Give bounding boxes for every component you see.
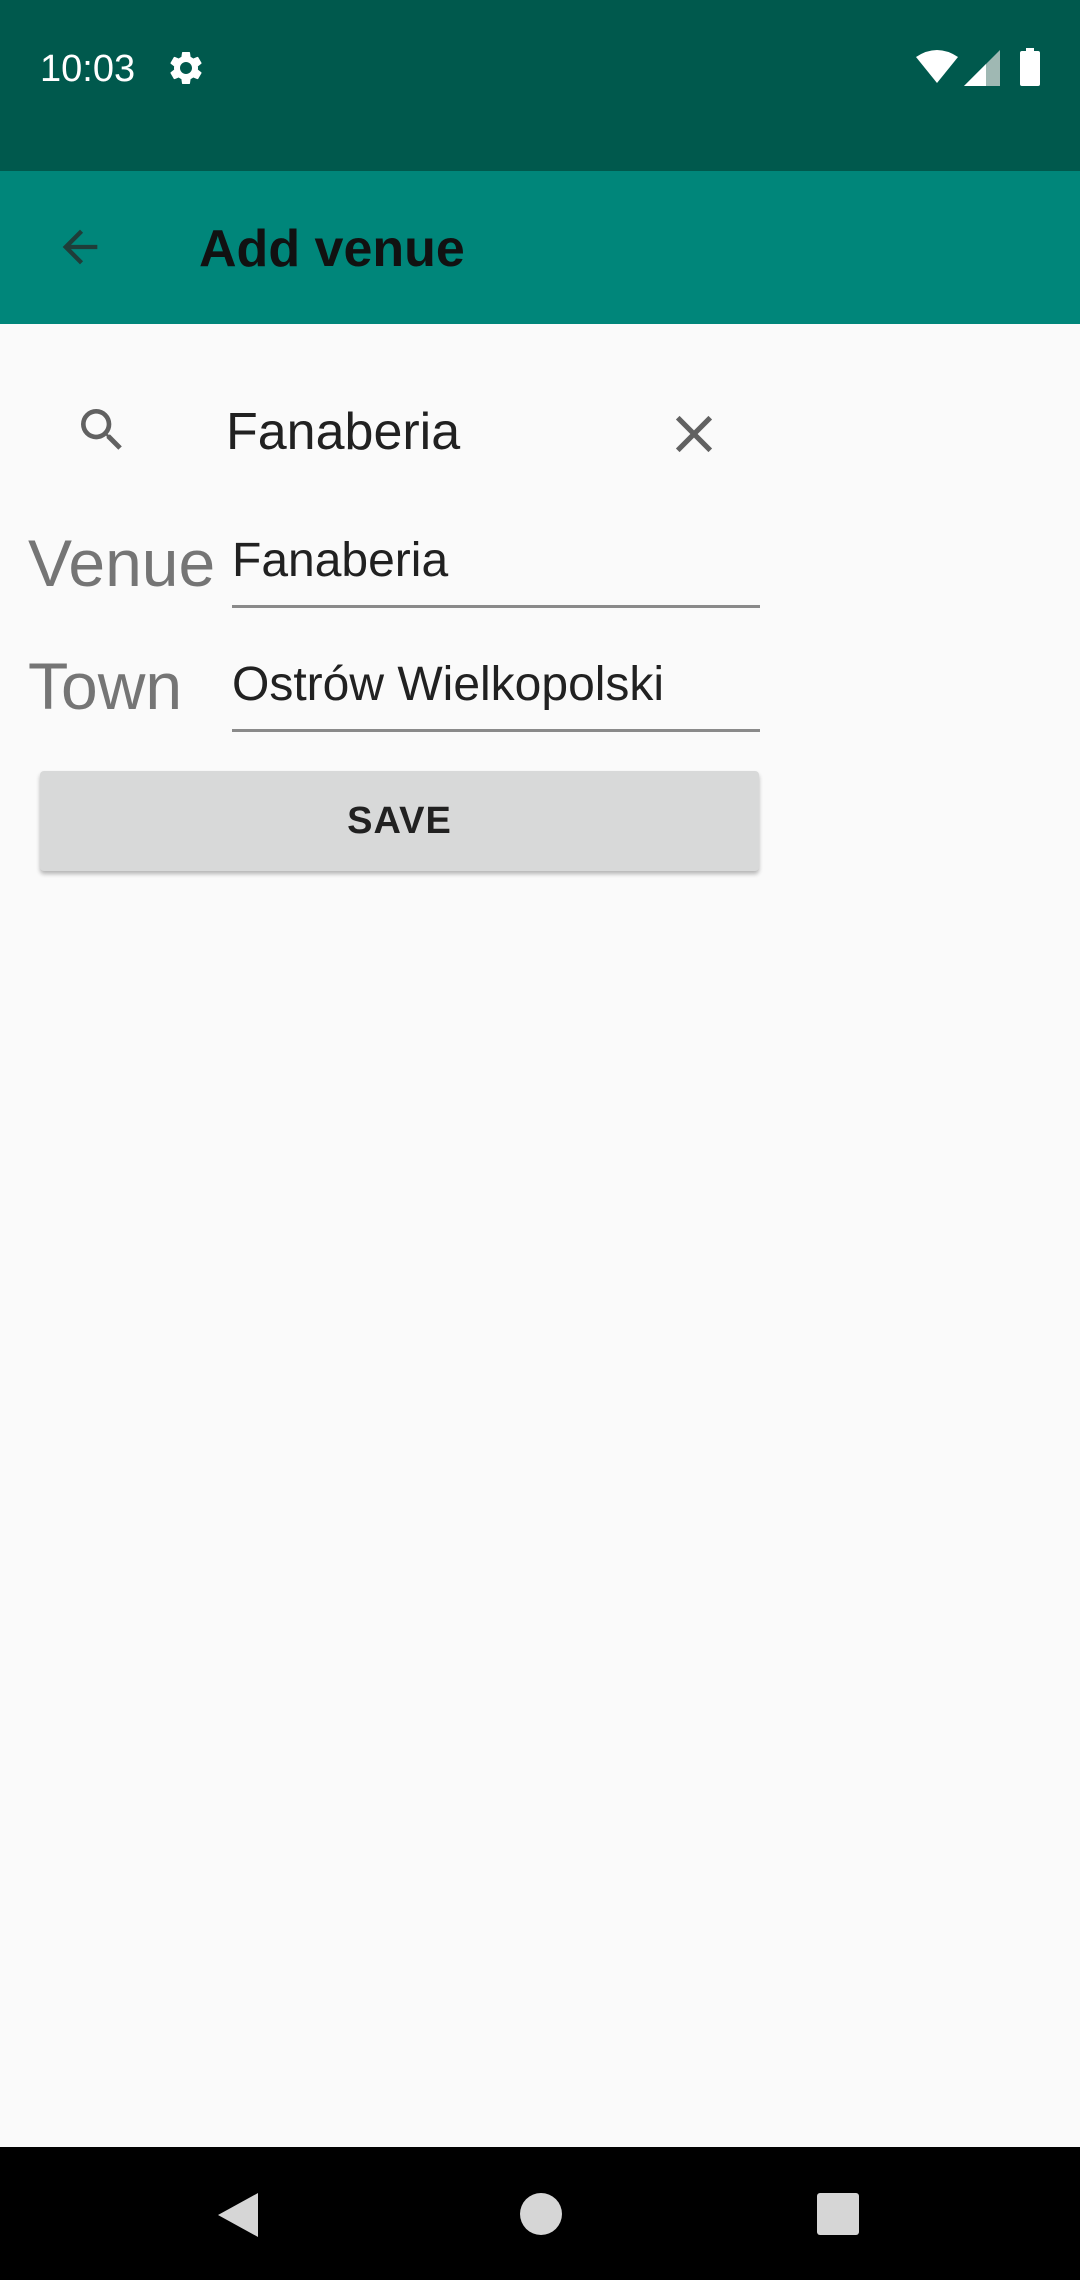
search-bar: Fanaberia — [0, 360, 760, 500]
search-icon — [81, 409, 122, 450]
status-time: 10:03 — [40, 48, 136, 90]
arrow-left-icon — [62, 229, 98, 265]
status-bar: 10:03 — [0, 0, 1080, 171]
nav-recents-icon[interactable] — [817, 2193, 859, 2235]
back-button[interactable] — [40, 207, 120, 287]
wifi-icon — [916, 50, 958, 83]
app-bar: Add venue — [0, 171, 1080, 324]
venue-label: Venue — [28, 526, 216, 600]
close-icon — [675, 415, 713, 453]
save-button[interactable]: SAVE — [40, 771, 759, 871]
battery-icon — [1020, 48, 1040, 86]
page-title: Add venue — [199, 220, 465, 278]
navigation-bar — [0, 2147, 1080, 2280]
signal-icon — [964, 50, 1000, 86]
nav-back-icon[interactable] — [214, 2191, 262, 2239]
nav-home-icon[interactable] — [520, 2193, 562, 2235]
settings-icon — [170, 51, 202, 84]
town-label: Town — [28, 649, 183, 723]
clear-search-button[interactable] — [660, 400, 728, 468]
town-field[interactable]: Ostrów Wielkopolski — [232, 652, 760, 732]
search-input[interactable]: Fanaberia — [226, 402, 460, 462]
venue-field[interactable]: Fanaberia — [232, 528, 760, 608]
